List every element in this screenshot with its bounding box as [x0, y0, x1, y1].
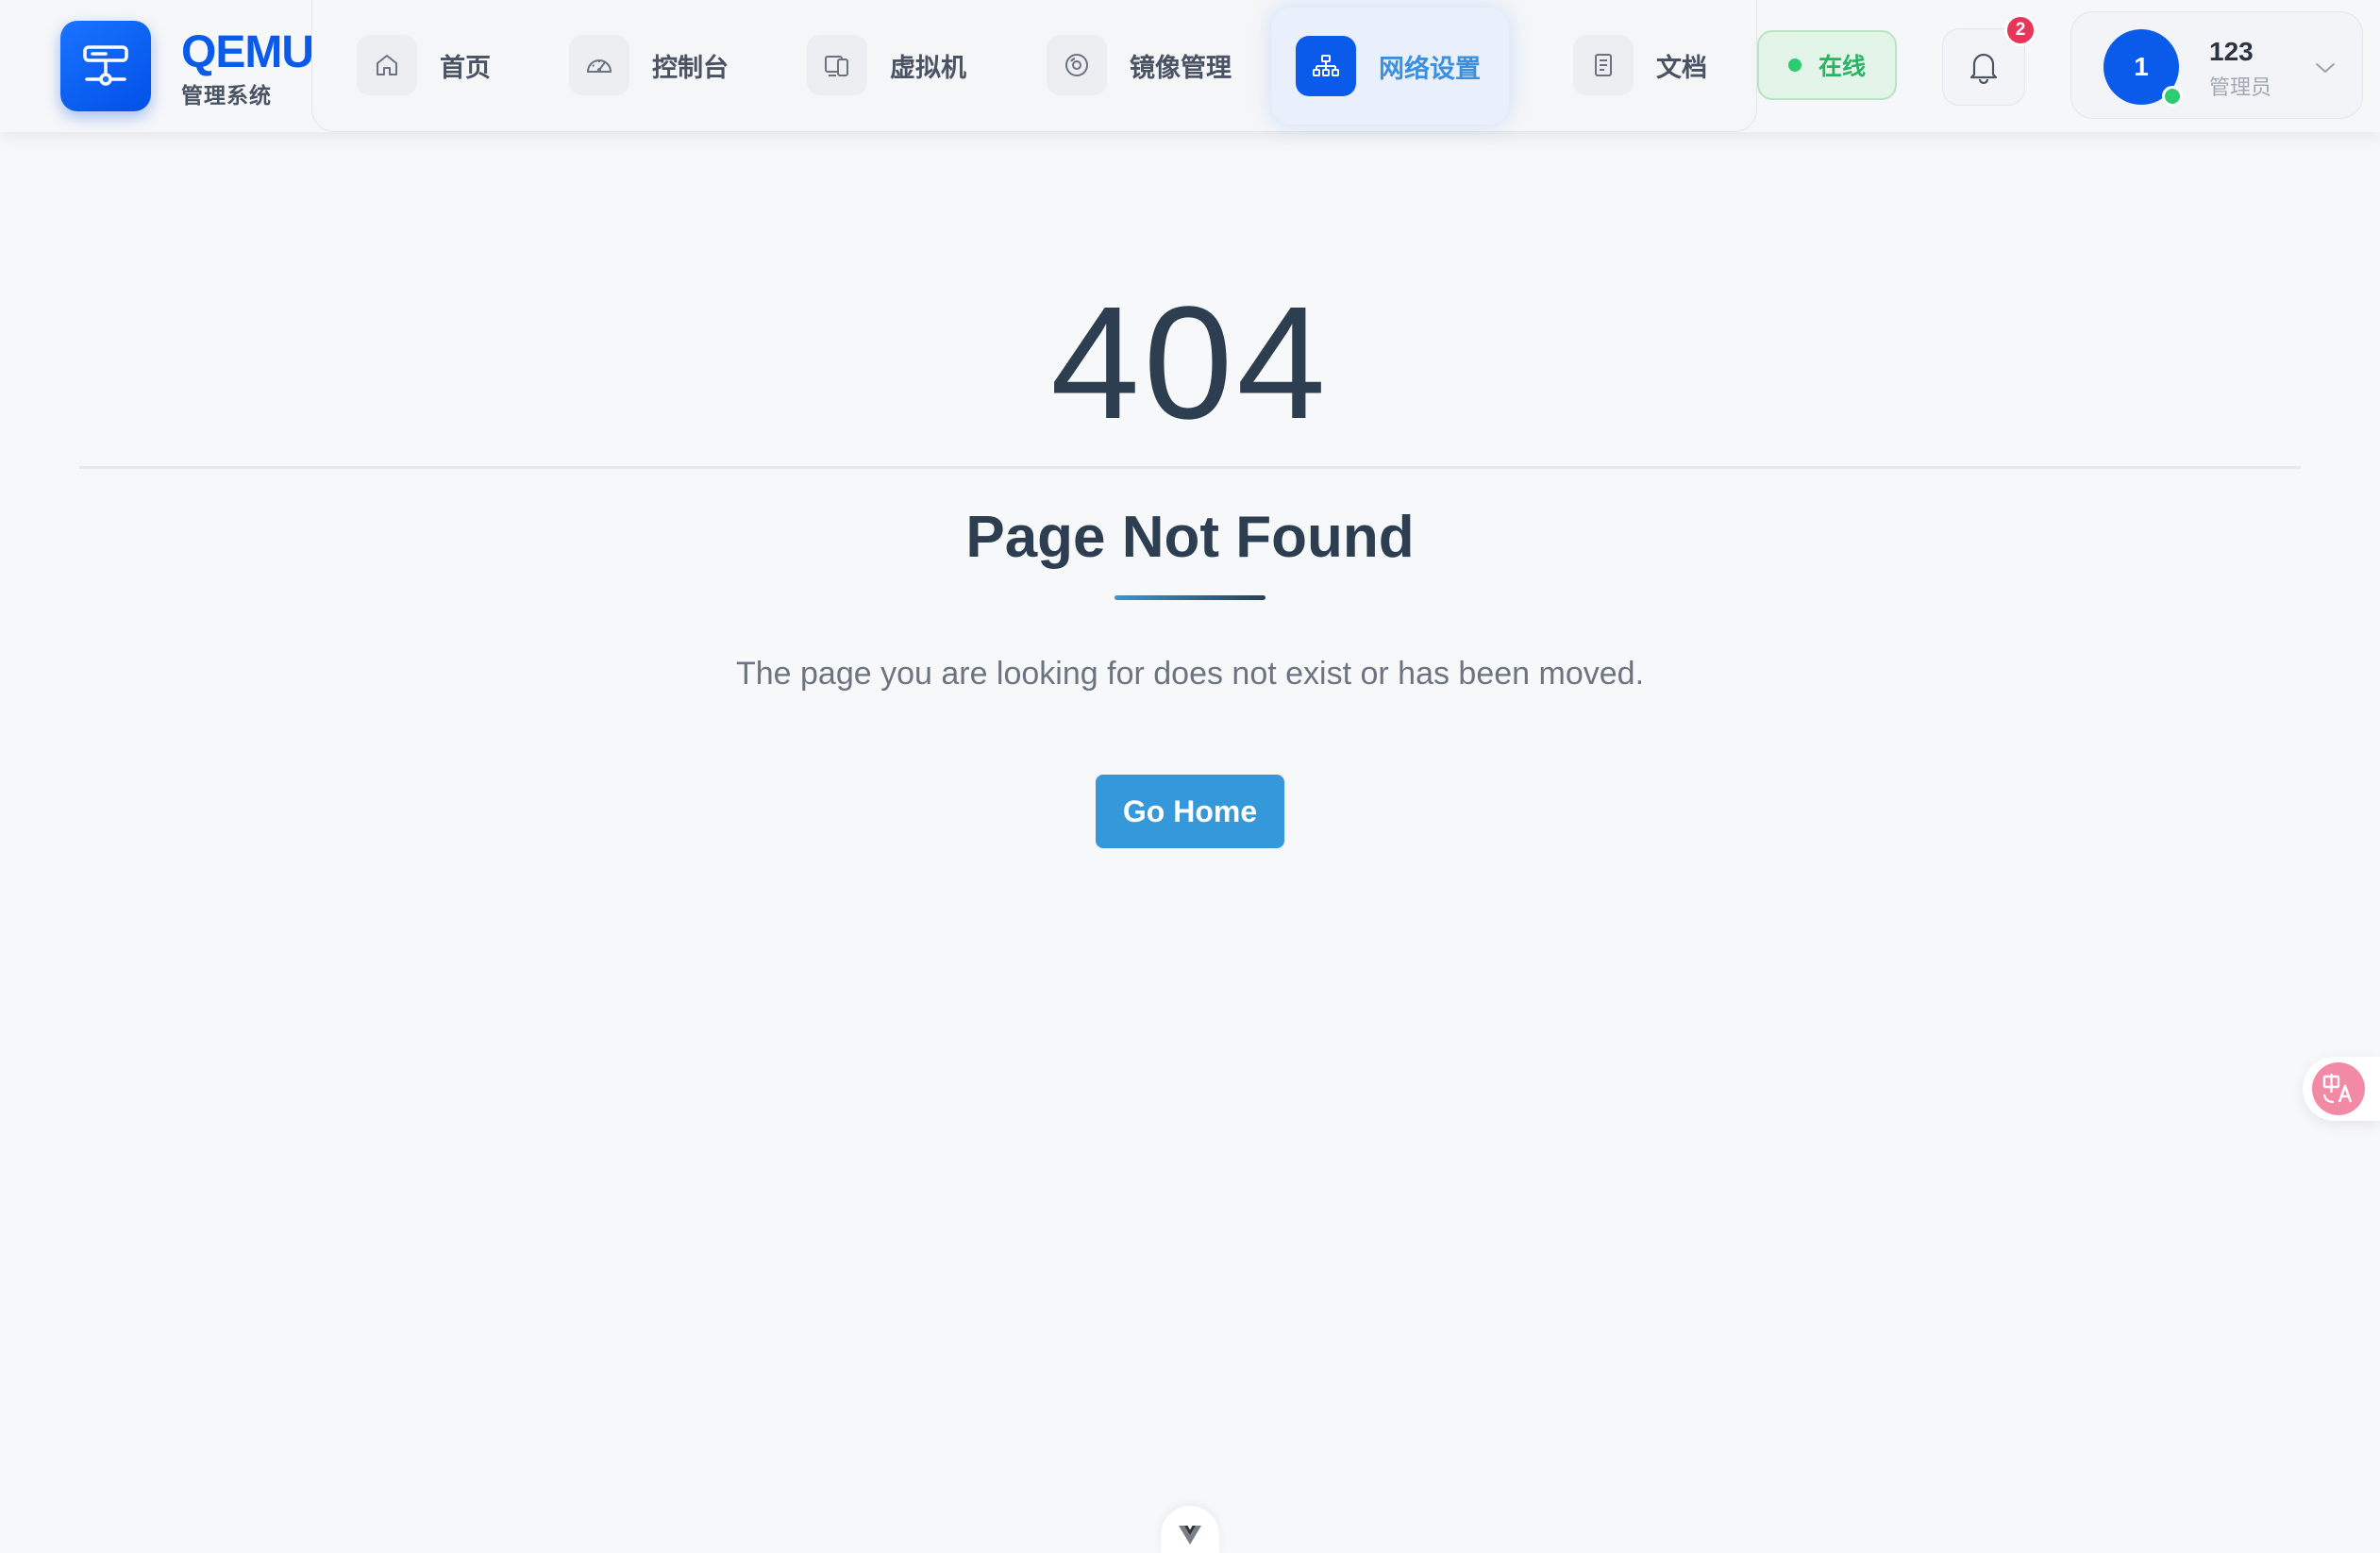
- top-header: QEMU 管理系统 首页 控制台 虚拟机 镜像管理 网络设置 文档 在线 2 1…: [0, 0, 2380, 132]
- user-role: 管理员: [2209, 76, 2272, 100]
- notification-count-badge: 2: [2004, 14, 2036, 46]
- main-nav: 首页 控制台 虚拟机 镜像管理 网络设置 文档: [311, 0, 1757, 132]
- brand-title: QEMU: [181, 27, 314, 77]
- nav-item-images[interactable]: 镜像管理: [1047, 34, 1232, 96]
- server-network-icon: [83, 45, 128, 86]
- nav-item-home[interactable]: 首页: [357, 34, 491, 96]
- vue-logo-icon: [1179, 1526, 1201, 1545]
- nav-item-label: 控制台: [652, 53, 729, 83]
- document-icon: [1573, 35, 1634, 95]
- nav-item-label: 文档: [1656, 53, 1707, 83]
- error-message: The page you are looking for does not ex…: [735, 656, 1645, 692]
- online-indicator: [2162, 86, 2183, 107]
- translate-icon: [2312, 1062, 2365, 1115]
- status-dot-icon: [1787, 58, 1802, 72]
- nav-item-network[interactable]: 网络设置: [1271, 8, 1509, 125]
- error-code: 404: [1050, 274, 1330, 453]
- divider: [79, 466, 2301, 469]
- devices-icon: [807, 35, 867, 95]
- logo[interactable]: [60, 21, 151, 111]
- status-badge: 在线: [1757, 30, 1897, 100]
- title-underline: [1115, 595, 1265, 600]
- nav-item-label: 首页: [440, 53, 491, 83]
- user-name: 123: [2209, 37, 2254, 66]
- nav-item-label: 虚拟机: [890, 53, 966, 83]
- translate-widget[interactable]: [2303, 1057, 2380, 1121]
- brand-subtitle: 管理系统: [181, 84, 272, 109]
- user-menu[interactable]: 1 123 管理员: [2070, 11, 2363, 119]
- disc-icon: [1047, 35, 1107, 95]
- nav-item-console[interactable]: 控制台: [569, 34, 729, 96]
- home-icon: [357, 35, 417, 95]
- chevron-down-icon[interactable]: [2311, 54, 2339, 82]
- page-title: Page Not Found: [965, 505, 1415, 570]
- nav-item-docs[interactable]: 文档: [1573, 34, 1707, 96]
- nav-item-vms[interactable]: 虚拟机: [807, 34, 966, 96]
- nav-item-label: 网络设置: [1379, 54, 1481, 84]
- status-label: 在线: [1818, 53, 1866, 80]
- dashboard-gauge-icon: [569, 35, 629, 95]
- bell-icon: [1969, 53, 1998, 85]
- nav-item-label: 镜像管理: [1130, 53, 1232, 83]
- network-icon: [1296, 36, 1356, 96]
- devtools-toggle[interactable]: [1161, 1506, 1219, 1553]
- go-home-button[interactable]: Go Home: [1096, 775, 1284, 848]
